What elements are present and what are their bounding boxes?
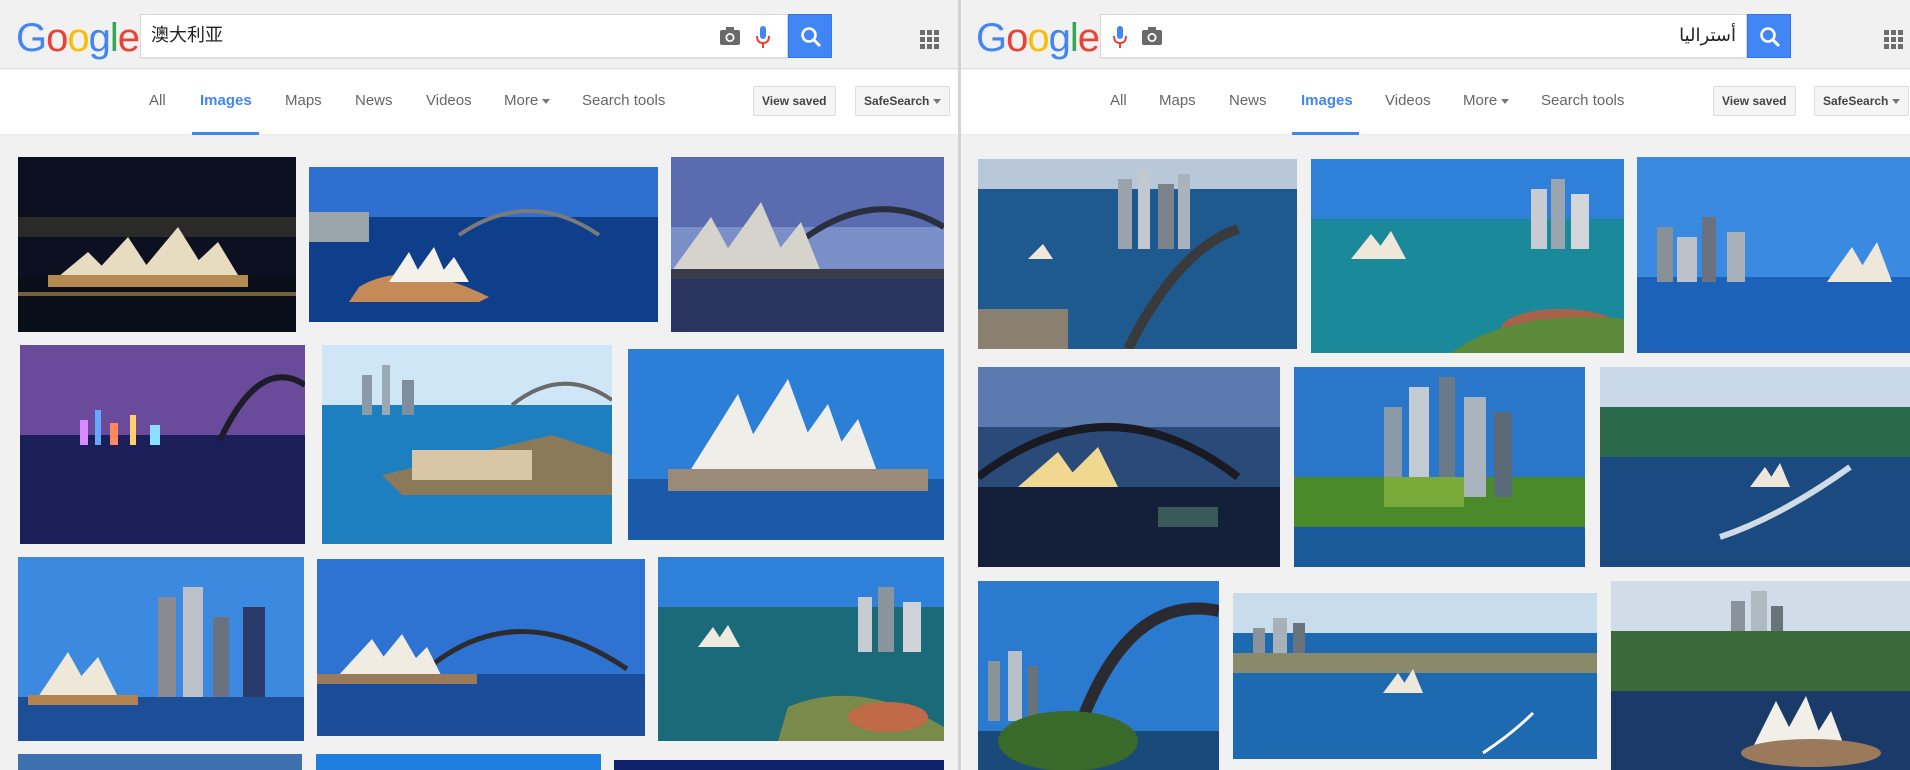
microphone-icon[interactable]	[756, 25, 770, 49]
left-header: Google 澳大利亚	[0, 4, 958, 69]
right-search-box[interactable]: أستراليا	[1100, 14, 1747, 58]
camera-icon[interactable]	[1141, 26, 1163, 46]
view-saved-button[interactable]: View saved	[1713, 86, 1796, 116]
camera-icon[interactable]	[719, 26, 741, 46]
search-icon	[801, 27, 822, 48]
tab-more[interactable]: More	[504, 92, 551, 109]
image-result[interactable]	[1294, 367, 1585, 567]
tab-videos[interactable]: Videos	[426, 92, 472, 109]
active-tab-indicator	[1292, 132, 1359, 135]
image-result[interactable]	[18, 157, 296, 332]
apps-grid-icon[interactable]	[1884, 30, 1904, 50]
safesearch-label: SafeSearch	[864, 94, 930, 108]
safesearch-dropdown[interactable]: SafeSearch	[1814, 86, 1910, 116]
tab-search-tools[interactable]: Search tools	[582, 92, 665, 109]
tab-more-label: More	[504, 92, 539, 109]
apps-grid-icon[interactable]	[920, 30, 940, 50]
active-tab-indicator	[192, 132, 259, 135]
image-result[interactable]	[317, 559, 645, 736]
image-result[interactable]	[1600, 367, 1910, 567]
right-search-button[interactable]	[1747, 14, 1791, 58]
image-result[interactable]	[1233, 593, 1597, 759]
image-result[interactable]	[309, 167, 658, 322]
view-saved-button[interactable]: View saved	[753, 86, 836, 116]
left-search-box[interactable]: 澳大利亚	[140, 14, 788, 58]
image-result[interactable]	[316, 754, 601, 770]
image-result[interactable]	[1637, 157, 1910, 353]
tab-news[interactable]: News	[1229, 92, 1267, 109]
safesearch-label: SafeSearch	[1823, 94, 1889, 108]
left-search-panel: Google 澳大利亚 All Images Maps News Videos …	[0, 0, 958, 770]
image-result[interactable]	[614, 760, 944, 770]
tab-more[interactable]: More	[1463, 92, 1510, 109]
tab-maps[interactable]: Maps	[285, 92, 322, 109]
image-result[interactable]	[322, 345, 612, 544]
image-result[interactable]	[20, 345, 305, 544]
tab-all[interactable]: All	[149, 92, 166, 109]
right-search-input[interactable]: أستراليا	[1679, 15, 1736, 57]
image-result[interactable]	[978, 367, 1280, 567]
dropdown-caret-icon	[933, 99, 942, 105]
left-search-input[interactable]: 澳大利亚	[151, 15, 223, 57]
left-nav-bar: All Images Maps News Videos More Search …	[0, 70, 958, 135]
dropdown-caret-icon	[1501, 98, 1510, 104]
image-result[interactable]	[18, 557, 304, 741]
search-icon	[1760, 27, 1781, 48]
image-result[interactable]	[671, 157, 944, 332]
tab-images[interactable]: Images	[200, 92, 252, 109]
right-header: Google أستراليا	[961, 4, 1910, 69]
tab-more-label: More	[1463, 92, 1498, 109]
image-result[interactable]	[658, 557, 944, 741]
dropdown-caret-icon	[542, 98, 551, 104]
left-google-logo[interactable]: Google	[16, 18, 140, 58]
right-nav-bar: All Maps News Images Videos More Search …	[961, 70, 1910, 135]
left-search-button[interactable]	[788, 14, 832, 58]
tab-maps[interactable]: Maps	[1159, 92, 1196, 109]
right-google-logo[interactable]: Google	[976, 18, 1100, 58]
image-result[interactable]	[978, 581, 1219, 770]
safesearch-dropdown[interactable]: SafeSearch	[855, 86, 951, 116]
tab-videos[interactable]: Videos	[1385, 92, 1431, 109]
microphone-icon[interactable]	[1113, 25, 1127, 49]
image-result[interactable]	[1311, 159, 1624, 353]
image-result[interactable]	[1611, 581, 1910, 770]
tab-search-tools[interactable]: Search tools	[1541, 92, 1624, 109]
tab-all[interactable]: All	[1110, 92, 1127, 109]
image-result[interactable]	[978, 159, 1297, 349]
dropdown-caret-icon	[1892, 99, 1901, 105]
image-result[interactable]	[628, 349, 944, 540]
right-search-panel: Google أستراليا All Maps News Images Vid…	[961, 0, 1910, 770]
tab-images[interactable]: Images	[1301, 92, 1353, 109]
image-result[interactable]	[18, 754, 302, 770]
tab-news[interactable]: News	[355, 92, 393, 109]
